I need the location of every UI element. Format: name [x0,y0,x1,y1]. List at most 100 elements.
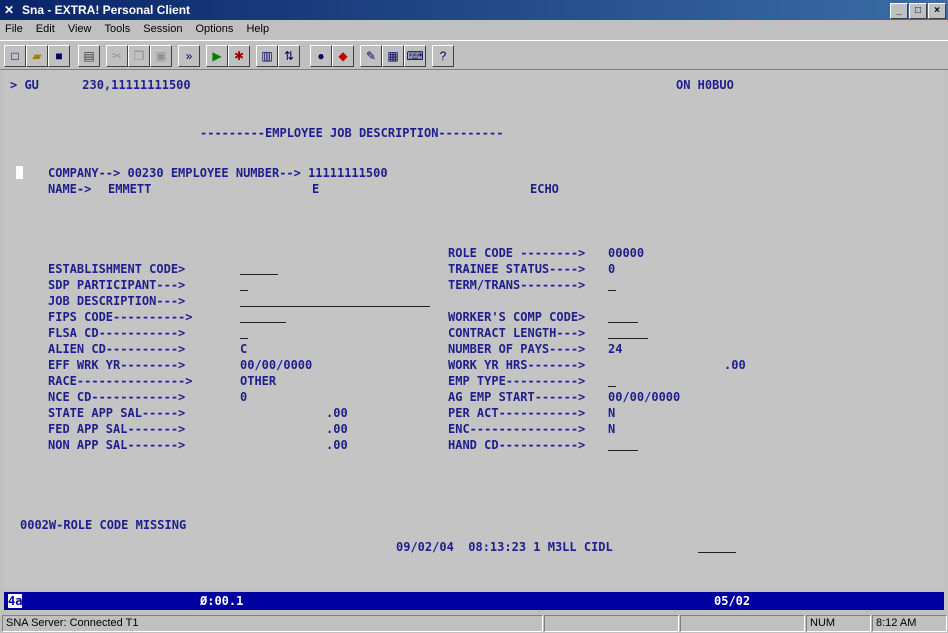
num-lock-indicator: NUM [806,615,871,632]
maximize-icon[interactable]: □ [909,3,927,19]
sdp-participant-field[interactable] [240,278,248,291]
connection-status: SNA Server: Connected T1 [2,615,543,632]
enc-value[interactable]: N [608,422,615,436]
menu-session[interactable]: Session [138,20,187,38]
enc-label: ENC---------------> [448,422,586,436]
keyboard-icon[interactable]: ⌨ [404,45,426,67]
menu-bar: File Edit View Tools Session Options Hel… [0,20,948,40]
per-act-value[interactable]: N [608,406,615,420]
trainee-status-label: TRAINEE STATUS----> [448,262,586,276]
app-icon[interactable]: ✕ [4,3,18,17]
copy-icon[interactable]: ❐ [128,45,150,67]
error-message: 0002W-ROLE CODE MISSING [20,518,187,532]
eff-wrk-yr-label: EFF WRK YR--------> [48,358,186,372]
number-of-pays-label: NUMBER OF PAYS----> [448,342,586,356]
company-line: COMPANY--> 00230 EMPLOYEE NUMBER--> 1111… [48,166,388,180]
number-of-pays-value[interactable]: 24 [608,342,622,356]
menu-view[interactable]: View [63,20,97,38]
middle-initial: E [312,182,320,196]
alien-cd-label: ALIEN CD----------> [48,342,186,356]
menu-edit[interactable]: Edit [31,20,60,38]
hand-cd-field[interactable] [608,438,638,451]
terminal-id: ON H0BUO [676,78,734,92]
fed-app-sal-value[interactable]: .00 [326,422,348,436]
eff-wrk-yr-value[interactable]: 00/00/0000 [240,358,312,372]
transfer-icon[interactable]: ⇅ [278,45,300,67]
race-label: RACE---------------> [48,374,193,388]
cursor [16,166,23,179]
fed-app-sal-label: FED APP SAL-------> [48,422,186,436]
race-value[interactable]: OTHER [240,374,276,388]
job-description-field[interactable] [240,294,430,307]
work-yr-hrs-label: WORK YR HRS-------> [448,358,586,372]
menu-options[interactable]: Options [191,20,239,38]
command-field[interactable] [698,540,736,553]
macro-icon[interactable]: » [178,45,200,67]
fips-code-field[interactable] [240,310,286,323]
term-trans-label: TERM/TRANS--------> [448,278,586,292]
nce-cd-value[interactable]: 0 [240,390,247,404]
role-code-value[interactable]: 00000 [608,246,644,260]
help-icon[interactable]: ? [432,45,454,67]
dot-icon[interactable]: ● [310,45,332,67]
last-name: ECHO [530,182,559,196]
connect-icon[interactable]: ◆ [332,45,354,67]
save-icon[interactable]: ■ [48,45,70,67]
ag-emp-start-value[interactable]: 00/00/0000 [608,390,680,404]
screen-heading: ---------EMPLOYEE JOB DESCRIPTION-------… [200,126,504,140]
role-code-label: ROLE CODE --------> [448,246,586,260]
contract-length-label: CONTRACT LENGTH---> [448,326,586,340]
term-trans-field[interactable] [608,278,616,291]
menu-help[interactable]: Help [241,20,274,38]
window-title: Sna - EXTRA! Personal Client [22,3,191,17]
new-icon[interactable]: □ [4,45,26,67]
job-description-label: JOB DESCRIPTION---> [48,294,186,308]
ag-emp-start-label: AG EMP START------> [448,390,586,404]
establishment-code-field[interactable] [240,262,278,275]
work-yr-hrs-value[interactable]: .00 [724,358,746,372]
per-act-label: PER ACT-----------> [448,406,586,420]
emp-type-field[interactable] [608,374,616,387]
alien-cd-value[interactable]: C [240,342,247,356]
command-line: > GU 230,11111111500 [10,78,191,92]
trainee-status-value[interactable]: 0 [608,262,615,276]
flsa-cd-label: FLSA CD-----------> [48,326,186,340]
cut-icon[interactable]: ✂ [106,45,128,67]
state-app-sal-value[interactable]: .00 [326,406,348,420]
first-name: EMMETT [108,182,152,196]
contract-length-field[interactable] [608,326,648,339]
settings-icon[interactable]: ✱ [228,45,250,67]
title-bar: ✕ Sna - EXTRA! Personal Client _ □ × [0,0,948,20]
non-app-sal-value[interactable]: .00 [326,438,348,452]
workers-comp-code-field[interactable] [608,310,638,323]
edit-icon[interactable]: ✎ [360,45,382,67]
print-icon[interactable]: ▤ [78,45,100,67]
flsa-cd-field[interactable] [240,326,248,339]
establishment-code-label: ESTABLISHMENT CODE> [48,262,186,276]
paste-icon[interactable]: ▣ [150,45,172,67]
record-icon[interactable]: ▶ [206,45,228,67]
menu-tools[interactable]: Tools [100,20,136,38]
session-icon[interactable]: ▥ [256,45,278,67]
status-panel-blank-2 [680,615,805,632]
clock-indicator: Ø:00.1 [200,594,244,608]
oia-line: 4a Ø:00.1 05/02 [4,592,944,610]
state-app-sal-label: STATE APP SAL-----> [48,406,186,420]
menu-file[interactable]: File [0,20,28,38]
clock: 8:12 AM [872,615,947,632]
open-icon[interactable]: ▰ [26,45,48,67]
status-bar: SNA Server: Connected T1 NUM 8:12 AM [0,613,948,633]
display-icon[interactable]: ▦ [382,45,404,67]
status-panel-blank-1 [544,615,679,632]
minimize-icon[interactable]: _ [890,3,908,19]
nce-cd-label: NCE CD------------> [48,390,186,404]
sdp-participant-label: SDP PARTICIPANT---> [48,278,186,292]
session-indicator: 4a [8,594,23,608]
hand-cd-label: HAND CD-----------> [448,438,586,452]
emp-type-label: EMP TYPE----------> [448,374,586,388]
window-controls: _ □ × [889,2,946,19]
close-icon[interactable]: × [928,3,946,19]
terminal-screen[interactable]: > GU 230,11111111500 ON H0BUO ---------E… [4,70,944,588]
cursor-position: 05/02 [714,594,751,608]
toolbar: □ ▰ ■ ▤ ✂ ❐ ▣ » ▶ ✱ ▥ ⇅ ● ◆ ✎ ▦ ⌨ ? [0,40,948,70]
